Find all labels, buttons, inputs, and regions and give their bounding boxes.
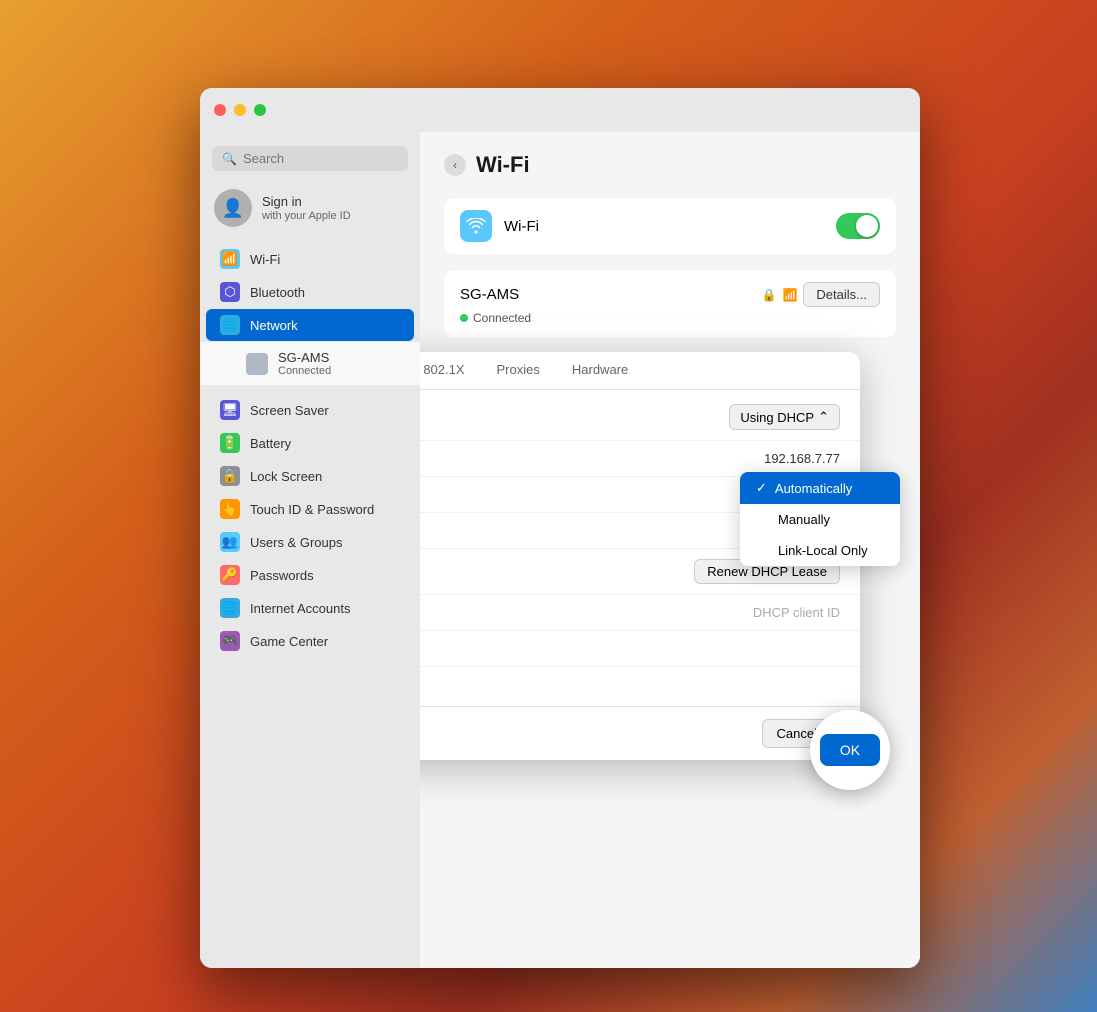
lock-screen-icon: 🔒 [220, 466, 240, 486]
dropdown-item-automatically[interactable]: ✓ Automatically [740, 472, 900, 504]
ip-address-value: 192.168.7.77 [764, 451, 840, 466]
wifi-big-icon [460, 210, 492, 242]
sidebar-item-lock-screen[interactable]: 🔒 Lock Screen [206, 460, 414, 492]
sidebar-item-internet-accounts[interactable]: 🌐 Internet Accounts [206, 592, 414, 624]
details-button[interactable]: Details... [803, 282, 880, 307]
wifi-icon: 📶 [220, 249, 240, 269]
sidebar-item-bluetooth[interactable]: ⬡ Bluetooth [206, 276, 414, 308]
connected-status: Connected [473, 311, 531, 325]
wifi-toggle-row: Wi-Fi [444, 198, 896, 254]
sidebar-item-screen-saver[interactable]: 🖥 Screen Saver [206, 394, 414, 426]
tab-8021x[interactable]: 802.1X [420, 352, 481, 389]
titlebar [200, 88, 920, 132]
sidebar-item-touch-id[interactable]: 👆 Touch ID & Password [206, 493, 414, 525]
dhcp-client-placeholder[interactable]: DHCP client ID [753, 605, 840, 620]
back-button[interactable]: ‹ [444, 154, 466, 176]
configure-ipv4-select[interactable]: Using DHCP ⌃ [729, 404, 840, 430]
main-content: ‹ Wi-Fi Wi-Fi [420, 132, 920, 968]
bluetooth-icon: ⬡ [220, 282, 240, 302]
chevron-icon: ⌃ [818, 409, 829, 425]
tab-proxies[interactable]: Proxies [481, 352, 556, 389]
configure-ipv6-row: Configure IPv6 [420, 631, 860, 667]
sign-in-text: Sign in with your Apple ID [262, 194, 351, 223]
network-name: SG-AMS [460, 286, 519, 303]
panel-title: Wi-Fi [476, 152, 530, 178]
sidebar-item-game-center[interactable]: 🎮 Game Center [206, 625, 414, 657]
battery-icon: 🔋 [220, 433, 240, 453]
wifi-label: Wi-Fi [504, 218, 824, 235]
ipv6-dropdown: ✓ Automatically Manually Link-Local Only [740, 472, 900, 566]
dhcp-client-row: (not required) DHCP client ID [420, 595, 860, 631]
dropdown-item-manually[interactable]: Manually [740, 504, 900, 535]
network-sub-item[interactable]: SG-AMS Connected [200, 342, 420, 385]
signal-icon: 📶 [782, 288, 797, 302]
maximize-button[interactable] [254, 104, 266, 116]
sidebar-item-network[interactable]: 🌐 Network [206, 309, 414, 341]
touch-id-icon: 👆 [220, 499, 240, 519]
dropdown-item-link-local[interactable]: Link-Local Only [740, 535, 900, 566]
router-ipv6-row: Router [420, 667, 860, 702]
users-groups-icon: 👥 [220, 532, 240, 552]
detail-tabs: TCP/IP DNS WINS 802.1X Proxies Hardware [420, 352, 860, 390]
checkmark-icon: ✓ [756, 480, 767, 496]
network-icons: 🔒 📶 Details... [762, 282, 880, 307]
network-icon: 🌐 [220, 315, 240, 335]
close-button[interactable] [214, 104, 226, 116]
tab-hardware[interactable]: Hardware [556, 352, 644, 389]
passwords-icon: 🔑 [220, 565, 240, 585]
panel-header: ‹ Wi-Fi [444, 152, 896, 178]
internet-accounts-icon: 🌐 [220, 598, 240, 618]
network-thumbnail [246, 353, 268, 375]
wifi-toggle[interactable] [836, 213, 880, 239]
screen-saver-icon: 🖥 [220, 400, 240, 420]
avatar: 👤 [214, 189, 252, 227]
window-body: 🔍 👤 Sign in with your Apple ID 📶 Wi-Fi ⬡… [200, 132, 920, 968]
search-bar[interactable]: 🔍 [212, 146, 408, 171]
sign-in-section[interactable]: 👤 Sign in with your Apple ID [200, 181, 420, 235]
sidebar-item-users-groups[interactable]: 👥 Users & Groups [206, 526, 414, 558]
configure-ipv4-row: Configure IPv4 Using DHCP ⌃ [420, 394, 860, 441]
ok-button[interactable]: OK [820, 734, 880, 766]
detail-footer: Forget This Network... Cancel [420, 706, 860, 760]
network-name-row: SG-AMS 🔒 📶 Details... [460, 282, 880, 307]
lock-icon: 🔒 [762, 288, 777, 302]
search-input[interactable] [243, 151, 398, 166]
ok-circle: OK [810, 710, 890, 790]
game-center-icon: 🎮 [220, 631, 240, 651]
sidebar-item-passwords[interactable]: 🔑 Passwords [206, 559, 414, 591]
connected-dot [460, 314, 468, 322]
sidebar-item-wifi[interactable]: 📶 Wi-Fi [206, 243, 414, 275]
sidebar-item-battery[interactable]: 🔋 Battery [206, 427, 414, 459]
search-icon: 🔍 [222, 152, 237, 166]
minimize-button[interactable] [234, 104, 246, 116]
connected-row: Connected [460, 311, 880, 325]
main-window: 🔍 👤 Sign in with your Apple ID 📶 Wi-Fi ⬡… [200, 88, 920, 968]
network-sub-item-info: SG-AMS Connected [278, 350, 331, 377]
sidebar: 🔍 👤 Sign in with your Apple ID 📶 Wi-Fi ⬡… [200, 132, 420, 968]
current-network-card: SG-AMS 🔒 📶 Details... Connected [444, 270, 896, 337]
